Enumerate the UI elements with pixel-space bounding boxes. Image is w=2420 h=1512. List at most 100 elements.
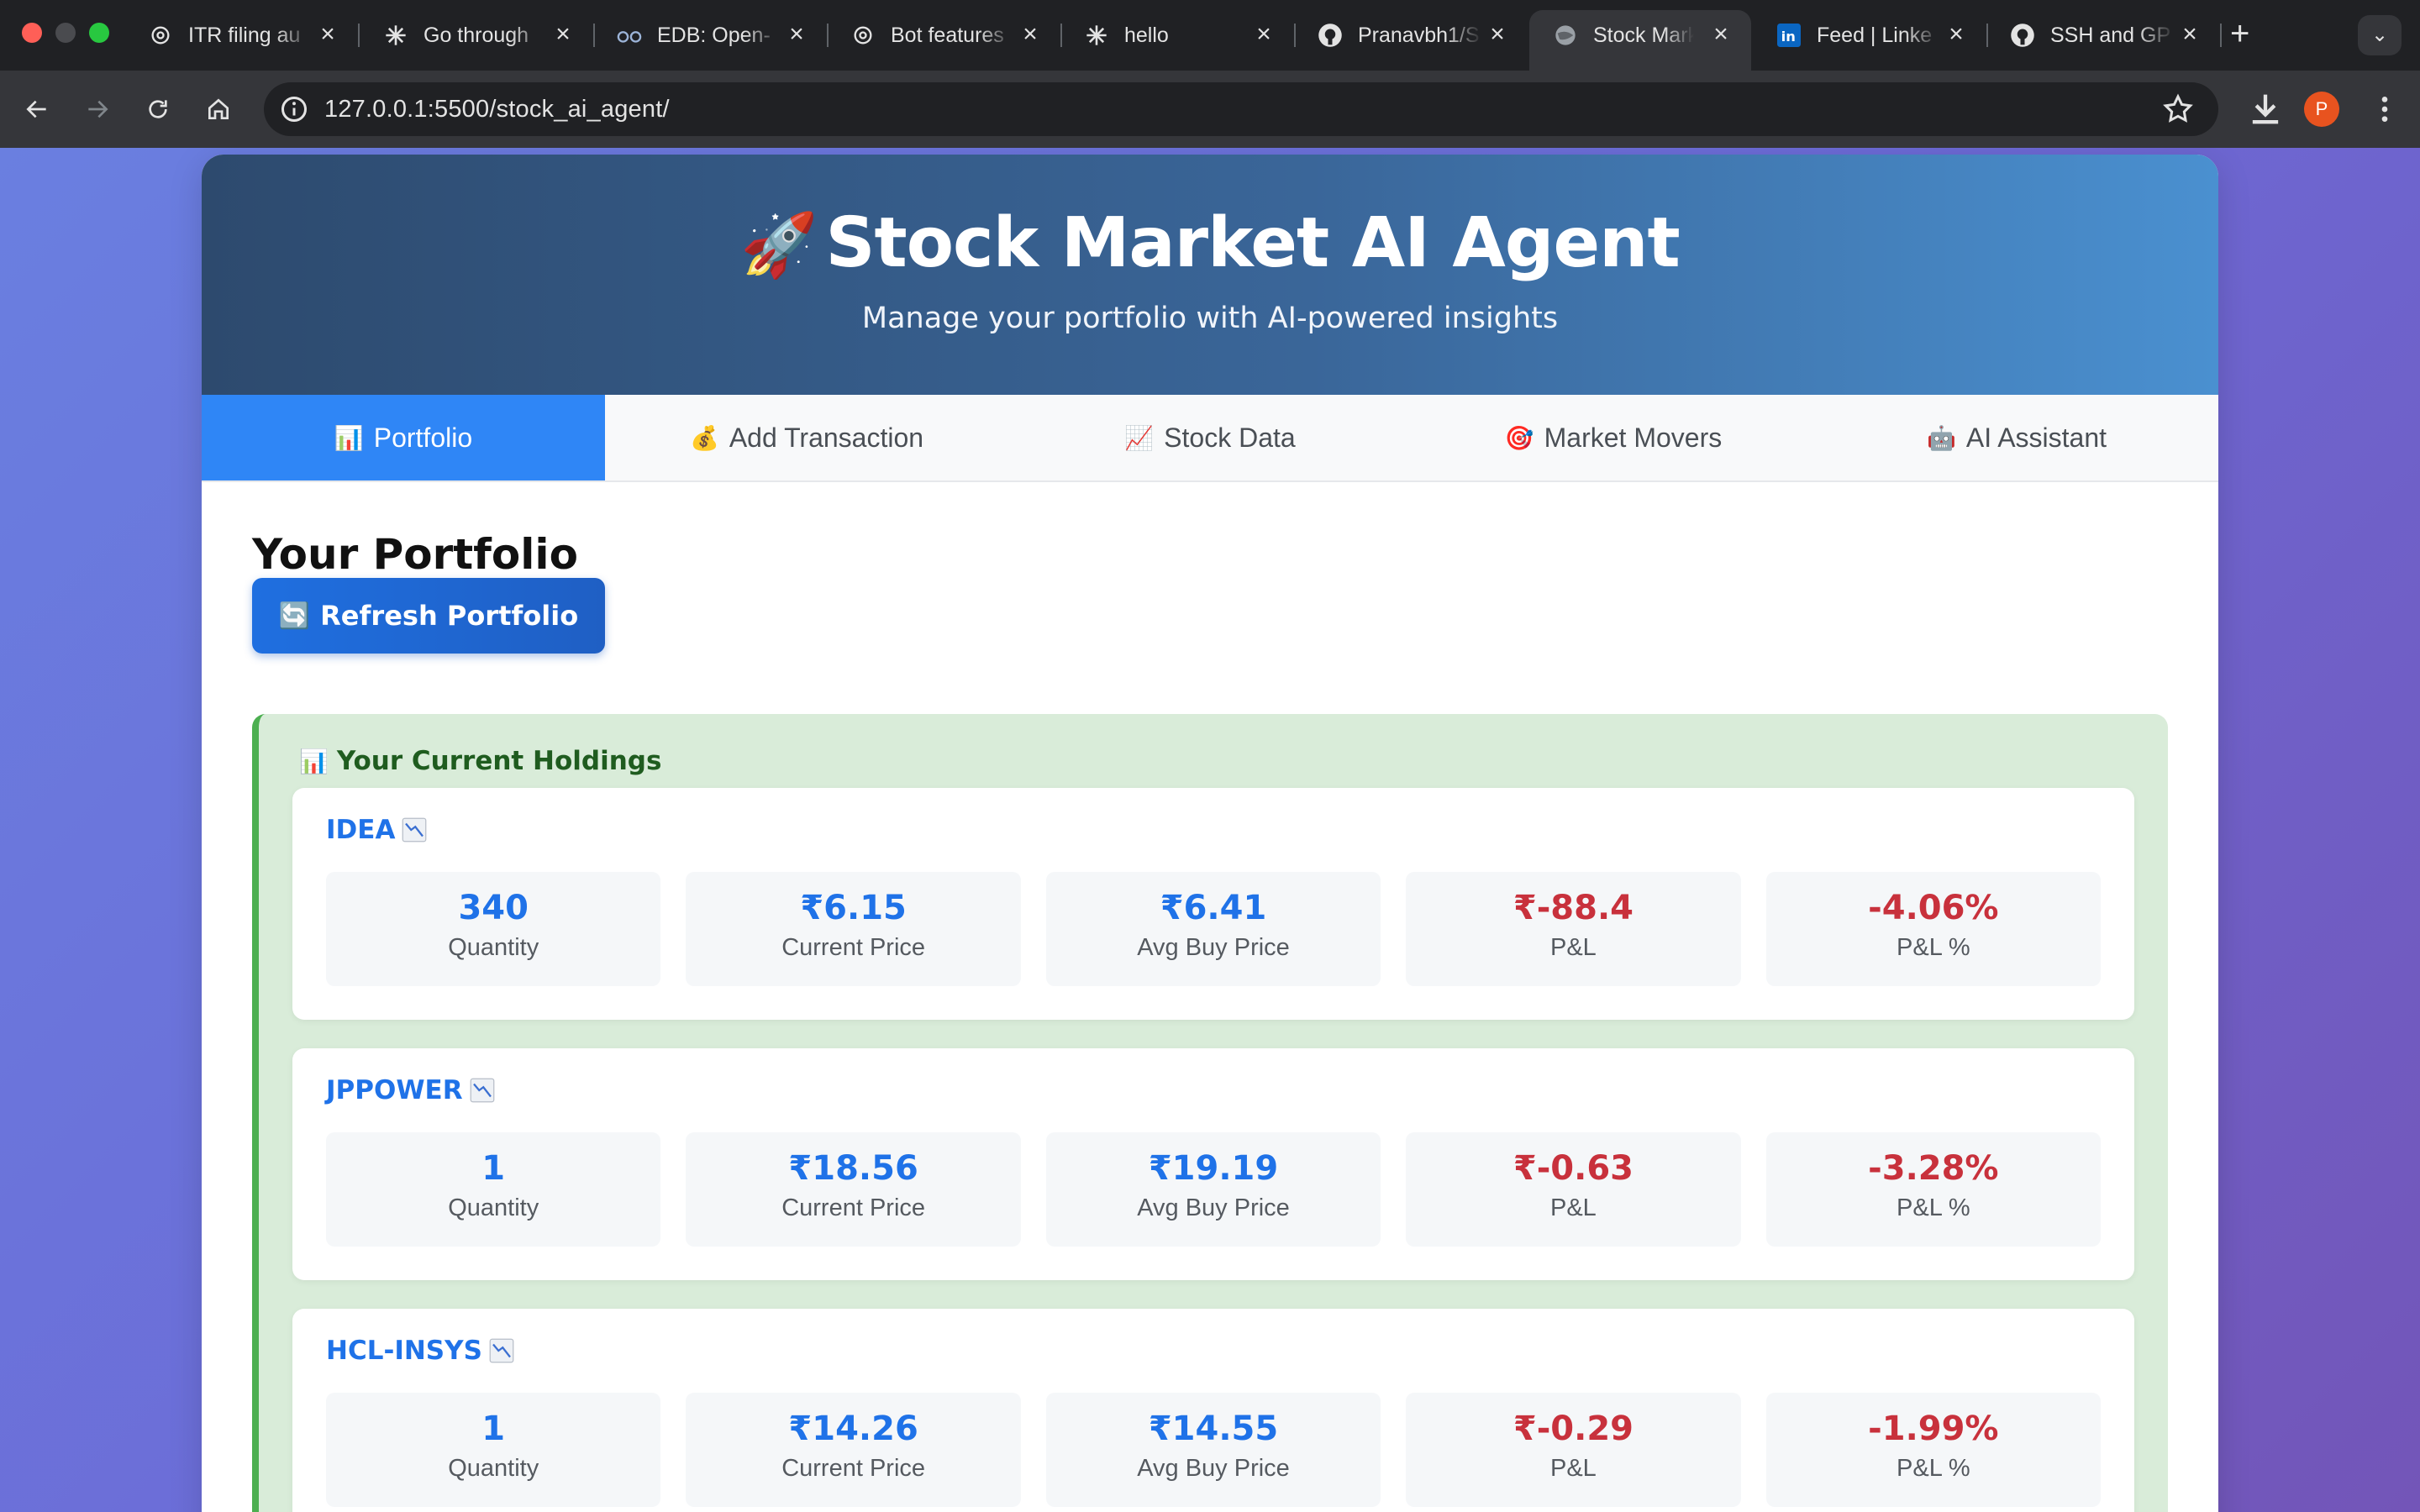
page-subtitle: Manage your portfolio with AI-powered in… — [861, 302, 1559, 335]
metrics-row: 340 Quantity ₹6.15 Current Price ₹6.41 Avg … — [326, 872, 2102, 986]
claude-icon — [1084, 23, 1109, 48]
browser-tab[interactable]: in Feed | Linke × — [1753, 10, 1988, 60]
home-button[interactable] — [198, 89, 239, 129]
bookmark-star-icon[interactable] — [2161, 92, 2195, 126]
close-icon[interactable]: × — [314, 22, 341, 49]
browser-tab-title: Go through — [424, 23, 529, 47]
browser-tab[interactable]: EDB: Open- × — [593, 10, 829, 60]
browser-tab[interactable]: hello × — [1060, 10, 1296, 60]
stock-symbol-text: IDEA — [326, 815, 396, 845]
metric-label: Avg Buy Price — [1137, 1455, 1290, 1482]
down-trend-icon — [402, 817, 427, 843]
down-trend-icon — [470, 1078, 494, 1103]
reload-button[interactable] — [138, 89, 178, 129]
metric-current-price: ₹6.15 Current Price — [686, 872, 1021, 986]
tab-stock-data[interactable]: 📈 Stock Data — [1008, 395, 1412, 480]
metric-label: Quantity — [448, 934, 539, 961]
arrow-right-icon — [88, 100, 108, 118]
metric-value: ₹14.26 — [788, 1410, 918, 1448]
tab-search-button[interactable]: ⌄ — [2358, 15, 2402, 55]
linkedin-icon: in — [1776, 23, 1802, 48]
close-icon[interactable]: × — [1484, 22, 1511, 49]
metric-label: Current Price — [781, 1194, 926, 1221]
close-icon[interactable]: × — [550, 22, 576, 49]
metric-value: ₹-0.63 — [1512, 1149, 1634, 1188]
metric-current-price: ₹14.26 Current Price — [686, 1393, 1021, 1507]
site-info-icon[interactable] — [279, 94, 309, 124]
tab-market-movers[interactable]: 🎯 Market Movers — [1412, 395, 1815, 480]
tab-portfolio[interactable]: 📊 Portfolio — [202, 395, 605, 480]
metric-avg-buy-price: ₹19.19 Avg Buy Price — [1045, 1132, 1381, 1247]
forward-button[interactable] — [77, 89, 118, 129]
metric-pnl-percent: -1.99% P&L % — [1765, 1393, 2102, 1507]
more-menu-icon[interactable] — [2368, 89, 2402, 129]
tab-ai-assistant[interactable]: 🤖 AI Assistant — [1815, 395, 2218, 480]
bar-chart-icon: 📊 — [334, 424, 364, 451]
metric-label: P&L % — [1897, 934, 1970, 961]
metric-avg-buy-price: ₹14.55 Avg Buy Price — [1045, 1393, 1381, 1507]
browser-tab[interactable]: ITR filing au × — [124, 10, 360, 60]
metric-value: ₹-0.29 — [1512, 1410, 1634, 1448]
metric-pnl-percent: -3.28% P&L % — [1765, 1132, 2102, 1247]
browser-tab[interactable]: Go through × — [360, 10, 595, 60]
edb-icon — [617, 23, 642, 48]
close-icon[interactable]: × — [1943, 22, 1970, 49]
github-icon — [2010, 23, 2035, 48]
portfolio-section: Your Portfolio 🔄 Refresh Portfolio 📊 Your … — [202, 482, 2218, 1512]
close-icon[interactable]: × — [783, 22, 810, 49]
section-heading: Your Portfolio — [252, 530, 578, 579]
metric-label: Avg Buy Price — [1137, 1194, 1290, 1221]
browser-tab-title: Bot features — [891, 23, 1004, 47]
stock-symbol-text: HCL-INSYS — [326, 1336, 482, 1366]
close-icon[interactable]: × — [2176, 22, 2203, 49]
window-minimize-button[interactable] — [55, 23, 76, 43]
openai-icon — [850, 23, 876, 48]
metric-value: -1.99% — [1868, 1410, 1999, 1448]
bar-chart-icon: 📊 — [299, 747, 329, 775]
home-icon — [208, 98, 229, 119]
browser-tab-title: Stock Marke — [1593, 23, 1694, 47]
window-close-button[interactable] — [22, 23, 42, 43]
browser-tab[interactable]: Bot features × — [827, 10, 1062, 60]
github-icon — [1318, 23, 1343, 48]
reload-icon — [149, 100, 167, 118]
back-button[interactable] — [17, 89, 57, 129]
tab-label: Portfolio — [373, 422, 473, 453]
tab-label: Market Movers — [1544, 422, 1723, 453]
holdings-panel: 📊 Your Current Holdings IDEA 340 Quantity … — [252, 714, 2168, 1512]
refresh-portfolio-button[interactable]: 🔄 Refresh Portfolio — [252, 578, 605, 654]
metric-label: P&L — [1550, 1455, 1597, 1482]
tab-label: AI Assistant — [1965, 422, 2107, 453]
browser-tab-active[interactable]: Stock Marke × — [1529, 10, 1751, 71]
close-icon[interactable]: × — [1250, 22, 1277, 49]
close-icon[interactable]: × — [1017, 22, 1044, 49]
refresh-icon: 🔄 — [278, 601, 311, 631]
metric-pnl: ₹-0.63 P&L — [1406, 1132, 1741, 1247]
address-bar[interactable]: 127.0.0.1:5500/stock_ai_agent/ — [264, 82, 2218, 136]
browser-tab[interactable]: Pranavbh1/S × — [1294, 10, 1528, 60]
browser-tab-title: Pranavbh1/S — [1358, 23, 1480, 47]
metric-label: P&L % — [1897, 1194, 1970, 1221]
stock-symbol: HCL-INSYS — [326, 1332, 2101, 1369]
window-maximize-button[interactable] — [89, 23, 109, 43]
browser-tab[interactable]: SSH and GP × — [1986, 10, 2222, 60]
metric-value: ₹-88.4 — [1512, 889, 1634, 927]
metric-label: Avg Buy Price — [1137, 934, 1290, 961]
main-nav-tabs: 📊 Portfolio 💰 Add Transaction 📈 Stock Data … — [202, 395, 2218, 482]
close-icon[interactable]: × — [1707, 22, 1734, 49]
metric-value: -3.28% — [1868, 1149, 1999, 1188]
metric-current-price: ₹18.56 Current Price — [686, 1132, 1021, 1247]
page-title-text: Stock Market AI Agent — [825, 203, 1680, 283]
download-icon[interactable] — [2244, 87, 2287, 131]
new-tab-button[interactable]: + — [2230, 15, 2249, 52]
metric-pnl: ₹-88.4 P&L — [1406, 872, 1741, 986]
profile-avatar[interactable]: P — [2304, 92, 2339, 127]
metric-label: P&L — [1550, 1194, 1597, 1221]
metric-value: 340 — [458, 889, 529, 927]
metric-label: Quantity — [448, 1455, 539, 1482]
holding-card: IDEA 340 Quantity ₹6.15 Current Price ₹6.4… — [292, 788, 2134, 1020]
browser-tab-title: EDB: Open- — [657, 23, 771, 47]
tab-add-transaction[interactable]: 💰 Add Transaction — [605, 395, 1008, 480]
metric-avg-buy-price: ₹6.41 Avg Buy Price — [1045, 872, 1381, 986]
url-text[interactable]: 127.0.0.1:5500/stock_ai_agent/ — [324, 82, 670, 136]
